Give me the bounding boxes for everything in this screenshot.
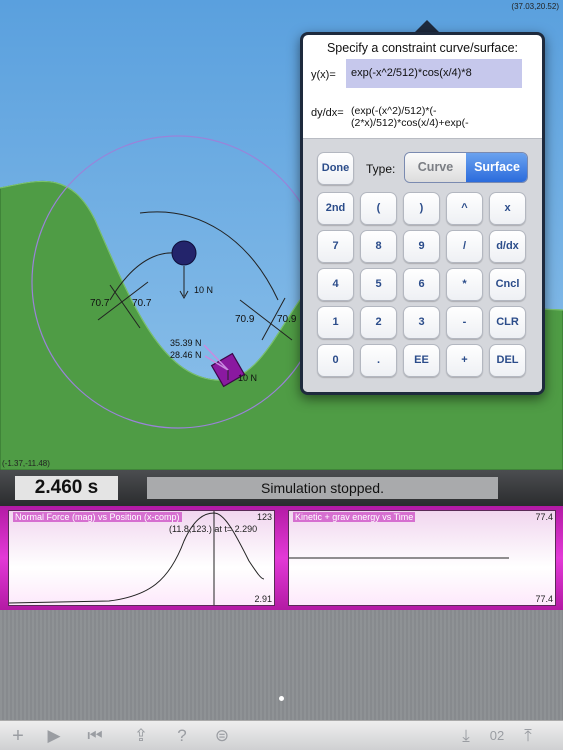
status-message: Simulation stopped. xyxy=(147,477,498,499)
rewind-icon[interactable]: ⏮ xyxy=(84,726,106,746)
key-close-paren[interactable]: ) xyxy=(403,192,440,225)
graph-normal-force[interactable]: Normal Force (mag) vs Position (x-comp) … xyxy=(8,510,275,606)
key-multiply[interactable]: * xyxy=(446,268,483,301)
key-power[interactable]: ^ xyxy=(446,192,483,225)
done-button[interactable]: Done xyxy=(317,152,354,185)
menu-icon[interactable]: ⊜ xyxy=(212,726,232,746)
label-angle-left-2: 70.7 xyxy=(132,298,152,309)
page-number: 02 xyxy=(489,728,505,743)
graph-energy-plot xyxy=(289,557,509,559)
key-derivative[interactable]: d/dx xyxy=(489,230,526,263)
key-2[interactable]: 2 xyxy=(360,306,397,339)
yx-input[interactable]: exp(-x^2/512)*cos(x/4)*8 xyxy=(346,59,522,88)
key-1[interactable]: 1 xyxy=(317,306,354,339)
time-display: 2.460 s xyxy=(15,476,118,500)
type-label: Type: xyxy=(366,162,396,176)
key-6[interactable]: 6 xyxy=(403,268,440,301)
key-plus[interactable]: + xyxy=(446,344,483,377)
label-angle-right-1: 70.9 xyxy=(235,314,255,325)
type-segmented-control: Curve Surface xyxy=(404,152,528,183)
key-7[interactable]: 7 xyxy=(317,230,354,263)
empty-workspace xyxy=(0,610,563,720)
label-angle-right-2: 70.9 xyxy=(277,314,297,325)
key-9[interactable]: 9 xyxy=(403,230,440,263)
graph-energy-title: Kinetic + grav energy vs Time xyxy=(293,512,416,522)
key-minus[interactable]: - xyxy=(446,306,483,339)
keypad: Done Type: Curve Surface 2nd ( ) ^ x 7 8… xyxy=(303,138,542,392)
share-icon[interactable]: ⇪ xyxy=(130,726,152,746)
key-cancel[interactable]: Cncl xyxy=(489,268,526,301)
graph-panel: Normal Force (mag) vs Position (x-comp) … xyxy=(0,506,563,610)
graph-cursor-readout: (11.8,123.) at t= 2.290 xyxy=(169,524,258,534)
key-clear[interactable]: CLR xyxy=(489,306,526,339)
status-bar: 2.460 s Simulation stopped. xyxy=(0,470,563,506)
bottom-toolbar: + ▶ ⏮ ⇪ ? ⊜ ⤓ 02 ⤒ xyxy=(0,720,563,750)
download-icon[interactable]: ⤓ xyxy=(455,726,477,746)
graph-normal-force-title: Normal Force (mag) vs Position (x-comp) xyxy=(13,512,182,522)
key-decimal[interactable]: . xyxy=(360,344,397,377)
dydx-label: dy/dx= xyxy=(311,107,344,119)
key-3[interactable]: 3 xyxy=(403,306,440,339)
key-2nd[interactable]: 2nd xyxy=(317,192,354,225)
graph-energy[interactable]: Kinetic + grav energy vs Time 77.4 77.4 xyxy=(288,510,556,606)
corner-coord-top-right: (37.03,20.52) xyxy=(511,2,559,11)
label-force-10n-bottom: 10 N xyxy=(238,373,257,383)
graph-energy-max: 77.4 xyxy=(535,512,553,522)
popover-title: Specify a constraint curve/surface: xyxy=(326,41,519,55)
graph-normal-force-min: 2.91 xyxy=(254,594,272,604)
label-force-10n-top: 10 N xyxy=(194,285,213,295)
upload-icon[interactable]: ⤒ xyxy=(517,726,539,746)
key-0[interactable]: 0 xyxy=(317,344,354,377)
key-ee[interactable]: EE xyxy=(403,344,440,377)
segment-curve[interactable]: Curve xyxy=(405,153,466,182)
key-delete[interactable]: DEL xyxy=(489,344,526,377)
key-4[interactable]: 4 xyxy=(317,268,354,301)
key-5[interactable]: 5 xyxy=(360,268,397,301)
label-force-a: 35.39 N xyxy=(170,338,202,348)
ball xyxy=(171,240,197,266)
segment-surface[interactable]: Surface xyxy=(466,153,527,182)
yx-label: y(x)= xyxy=(311,69,336,81)
help-icon[interactable]: ? xyxy=(172,726,192,746)
corner-coord-bottom-left: (-1.37,-11.48) xyxy=(2,459,50,468)
key-open-paren[interactable]: ( xyxy=(360,192,397,225)
graph-energy-min: 77.4 xyxy=(535,594,553,604)
plus-icon[interactable]: + xyxy=(8,726,28,746)
popover-content: Specify a constraint curve/surface: y(x)… xyxy=(303,35,542,392)
page-indicator-dot xyxy=(279,696,284,701)
key-x[interactable]: x xyxy=(489,192,526,225)
play-icon[interactable]: ▶ xyxy=(44,726,64,746)
key-divide[interactable]: / xyxy=(446,230,483,263)
constraint-popover: Specify a constraint curve/surface: y(x)… xyxy=(300,32,545,395)
dydx-value: (exp(-(x^2)/512)*(-(2*x)/512)*cos(x/4)+e… xyxy=(351,105,469,129)
label-angle-left-1: 70.7 xyxy=(90,298,110,309)
label-force-b: 28.46 N xyxy=(170,350,202,360)
graph-normal-force-max: 123 xyxy=(256,512,272,522)
key-8[interactable]: 8 xyxy=(360,230,397,263)
